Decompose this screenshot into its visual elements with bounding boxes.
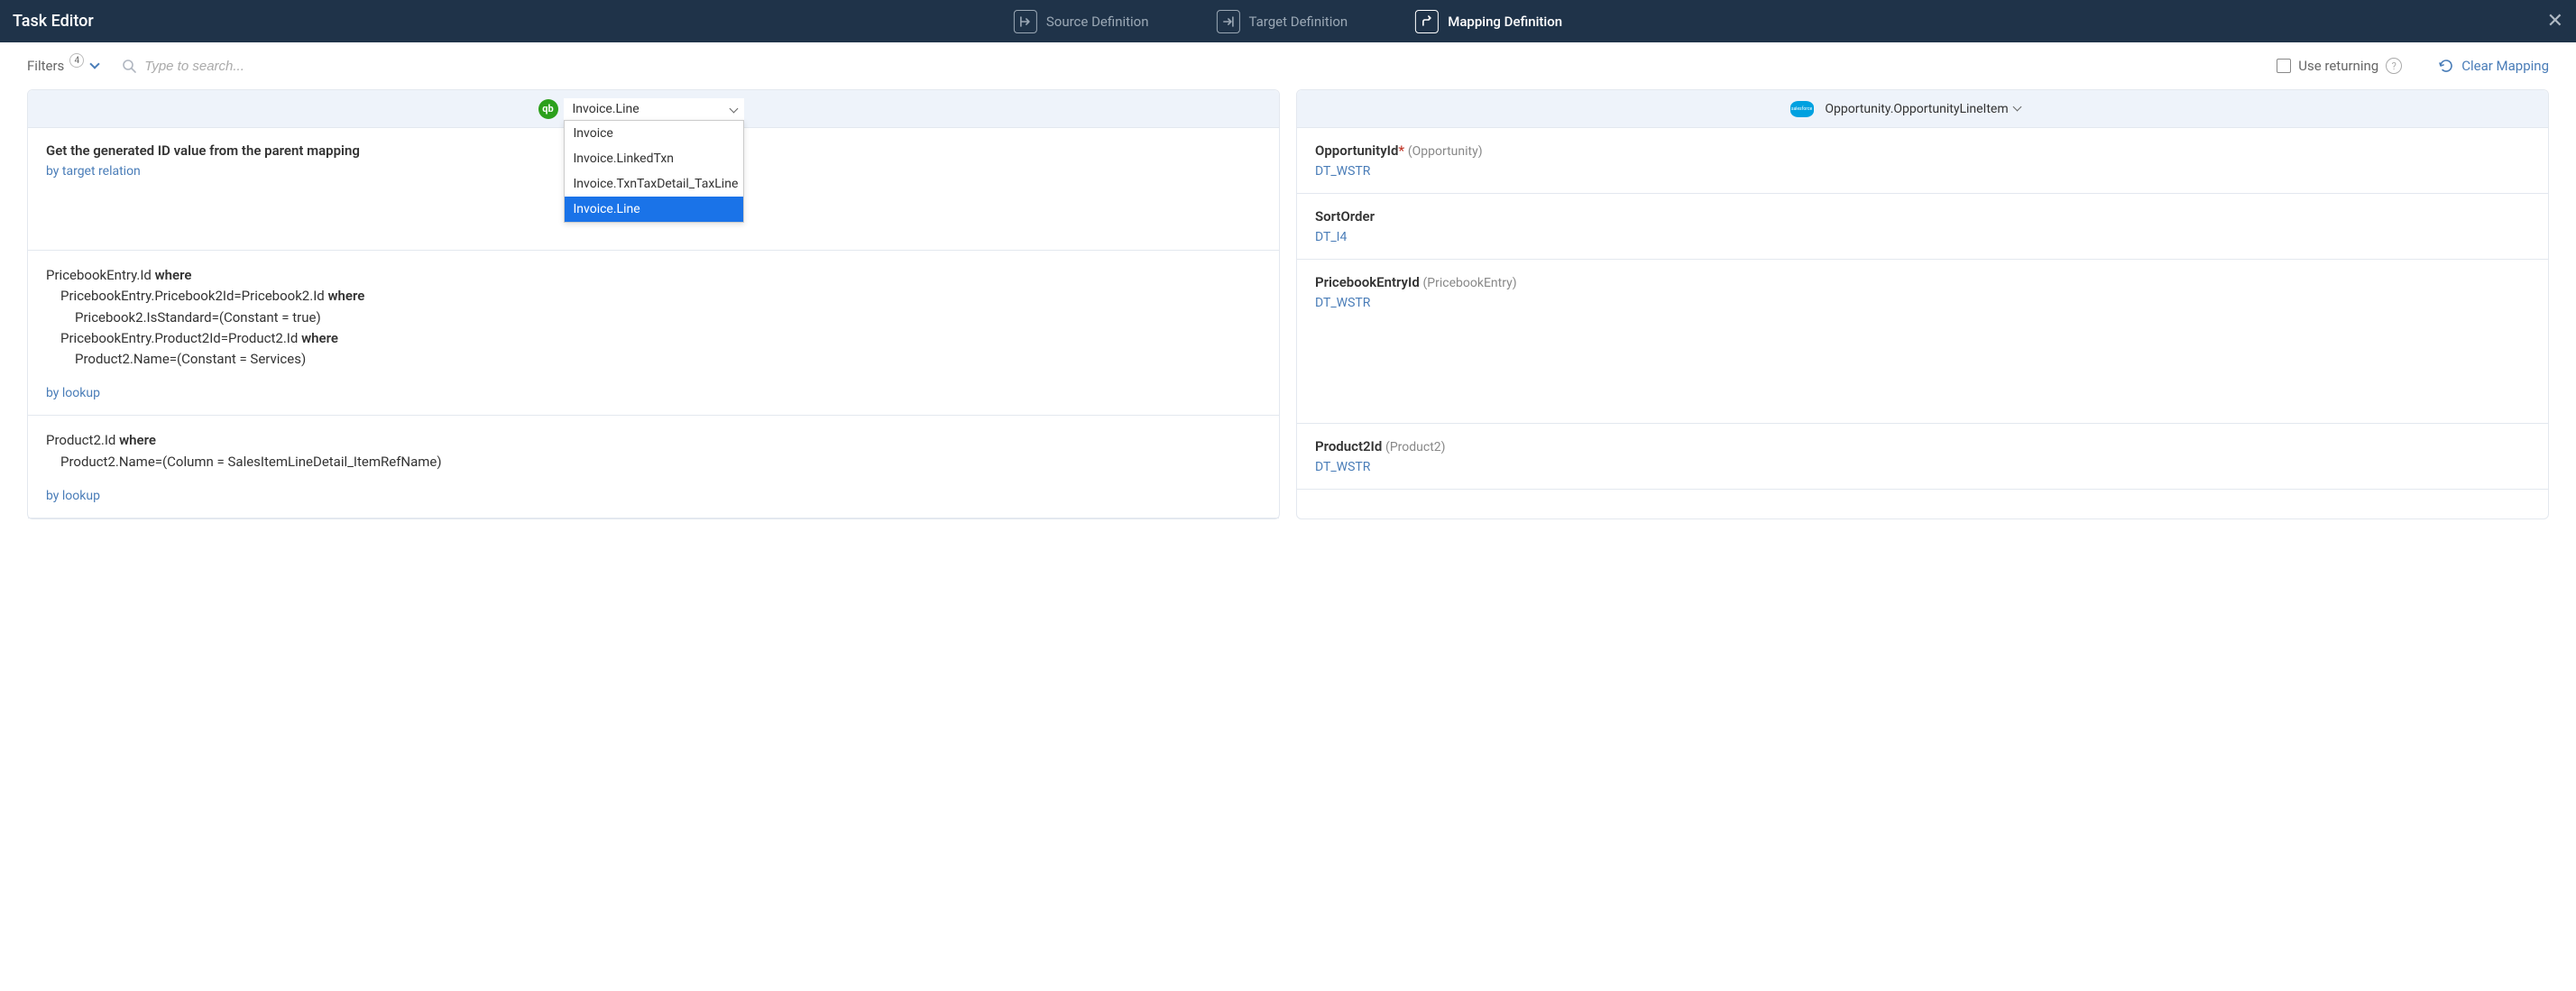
source-entity-dropdown: Invoice Invoice.LinkedTxn Invoice.TxnTax… — [564, 120, 744, 223]
source-expression: Product2.Id where Product2.Name=(Column … — [46, 430, 1261, 473]
target-field-row[interactable]: PricebookEntryId (PricebookEntry) DT_WST… — [1297, 260, 2548, 424]
target-field-row[interactable]: Product2Id (Product2) DT_WSTR — [1297, 424, 2548, 490]
target-field-row[interactable]: SortOrder DT_I4 — [1297, 194, 2548, 260]
close-icon[interactable]: ✕ — [2547, 10, 2563, 32]
target-field-name: OpportunityId* (Opportunity) — [1315, 142, 2530, 159]
dropdown-item[interactable]: Invoice.TxnTaxDetail_TaxLine — [565, 171, 743, 197]
toolbar-right: Use returning ? Clear Mapping — [2277, 58, 2549, 74]
chevron-down-icon — [2012, 103, 2021, 112]
refresh-icon — [2438, 58, 2454, 74]
source-entity-value: Invoice.Line — [573, 102, 639, 116]
target-field-name: PricebookEntryId (PricebookEntry) — [1315, 274, 2530, 290]
tab-mapping-label: Mapping Definition — [1448, 14, 1562, 30]
filters-label: Filters — [27, 58, 64, 74]
target-field-row[interactable]: OpportunityId* (Opportunity) DT_WSTR — [1297, 128, 2548, 194]
mapping-columns: qb Invoice.Line Invoice Invoice.LinkedTx… — [0, 89, 2576, 528]
mapping-icon — [1415, 10, 1439, 33]
target-entity-value: Opportunity.OpportunityLineItem — [1825, 102, 2008, 116]
target-field-name: Product2Id (Product2) — [1315, 438, 2530, 454]
tab-target-definition[interactable]: Target Definition — [1217, 10, 1348, 33]
filters-count-badge: 4 — [69, 53, 84, 68]
tab-source-label: Source Definition — [1046, 14, 1149, 30]
clear-mapping-label: Clear Mapping — [2461, 58, 2549, 74]
target-field-type: DT_WSTR — [1315, 460, 2530, 474]
target-icon — [1217, 10, 1240, 33]
tab-target-label: Target Definition — [1249, 14, 1348, 30]
dropdown-item[interactable]: Invoice.LinkedTxn — [565, 146, 743, 171]
source-column: qb Invoice.Line Invoice Invoice.LinkedTx… — [27, 89, 1280, 519]
source-entity-select[interactable]: Invoice.Line Invoice Invoice.LinkedTxn I… — [564, 98, 744, 120]
header-tabs: Source Definition Target Definition Mapp… — [1014, 10, 1562, 33]
filters-dropdown-icon[interactable] — [90, 59, 100, 69]
source-column-header: qb Invoice.Line Invoice Invoice.LinkedTx… — [28, 90, 1279, 128]
dropdown-item[interactable]: Invoice — [565, 121, 743, 146]
quickbooks-logo: qb — [538, 99, 558, 119]
tab-mapping-definition[interactable]: Mapping Definition — [1415, 10, 1562, 33]
target-field-type: DT_WSTR — [1315, 164, 2530, 179]
dropdown-item[interactable]: Invoice.Line — [565, 197, 743, 222]
target-field-name: SortOrder — [1315, 208, 2530, 225]
use-returning-checkbox[interactable]: Use returning ? — [2277, 58, 2402, 74]
toolbar: Filters 4 Use returning ? Clear Mapping — [0, 42, 2576, 89]
target-column: salesforce Opportunity.OpportunityLineIt… — [1296, 89, 2549, 519]
app-header: Task Editor Source Definition Target Def… — [0, 0, 2576, 42]
source-expression: PricebookEntry.Id where PricebookEntry.P… — [46, 265, 1261, 370]
use-returning-label: Use returning — [2298, 58, 2378, 74]
source-row-method: by lookup — [46, 489, 1261, 503]
search-input[interactable] — [144, 59, 325, 74]
source-mapping-row[interactable]: PricebookEntry.Id where PricebookEntry.P… — [28, 251, 1279, 416]
source-row-method: by lookup — [46, 386, 1261, 400]
target-field-type: DT_I4 — [1315, 230, 2530, 244]
source-mapping-row[interactable]: Product2.Id where Product2.Name=(Column … — [28, 416, 1279, 518]
tab-source-definition[interactable]: Source Definition — [1014, 10, 1149, 33]
clear-mapping-button[interactable]: Clear Mapping — [2438, 58, 2549, 74]
app-title: Task Editor — [13, 12, 94, 31]
search-box — [122, 59, 325, 74]
target-entity-select[interactable]: Opportunity.OpportunityLineItem — [1819, 98, 2025, 120]
source-icon — [1014, 10, 1037, 33]
salesforce-logo: salesforce — [1790, 101, 1814, 117]
chevron-down-icon — [729, 104, 738, 113]
checkbox-icon — [2277, 59, 2291, 73]
target-field-type: DT_WSTR — [1315, 296, 2530, 310]
target-column-header: salesforce Opportunity.OpportunityLineIt… — [1297, 90, 2548, 128]
help-icon[interactable]: ? — [2386, 58, 2402, 74]
search-icon — [122, 59, 137, 74]
